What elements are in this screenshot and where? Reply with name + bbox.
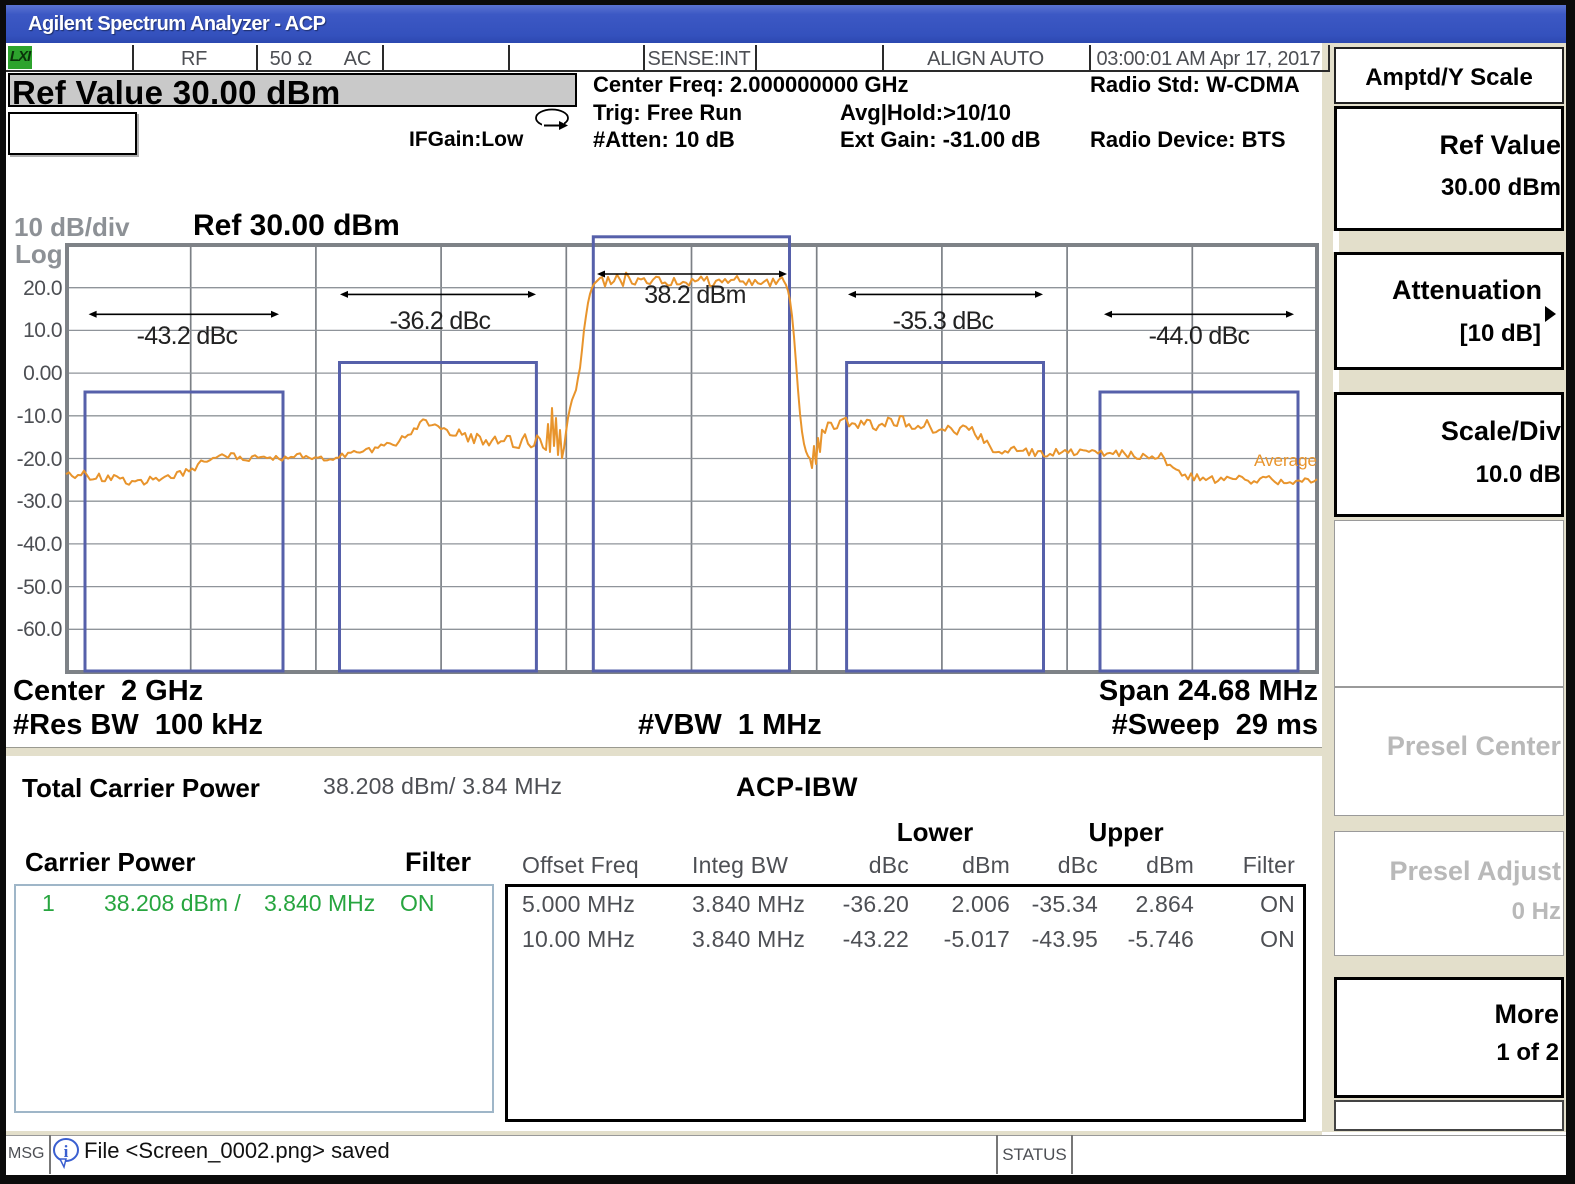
svg-text:i: i	[64, 1142, 69, 1161]
